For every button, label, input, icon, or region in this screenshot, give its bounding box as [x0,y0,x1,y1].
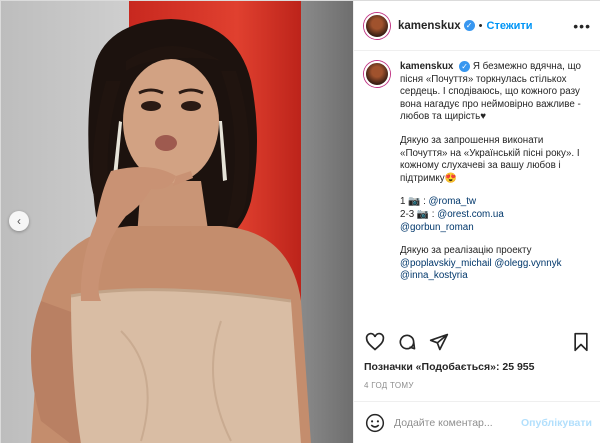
caption-paragraph-2: Дякую за запрошення виконати «Почуття» н… [400,134,580,184]
post-photo: ‹ [1,1,353,443]
post-header: kamenskux ✓ • Стежити ••• [354,1,600,51]
caption-text: kamenskux ✓ Я безмежно вдячна, що пісня … [400,61,591,294]
mention-link[interactable]: @orest.com.ua [437,209,504,220]
mention-link[interactable]: @gorbun_roman [400,222,474,233]
mention-link[interactable]: @olegg.vynnyk [494,258,561,269]
instagram-post-modal: ‹ kamenskux ✓ • Стежити ••• kamenskux ✓ … [0,0,600,443]
post-actions [354,327,600,357]
caption-row: kamenskux ✓ Я безмежно вдячна, що пісня … [364,61,591,294]
verified-badge-icon: ✓ [463,20,475,31]
mention-link[interactable]: @roma_tw [429,196,477,207]
post-side-panel: kamenskux ✓ • Стежити ••• kamenskux ✓ Я … [353,1,600,443]
avatar[interactable] [364,61,390,87]
follow-button[interactable]: Стежити [487,20,533,32]
share-icon[interactable] [428,331,450,353]
emoji-icon[interactable] [364,412,386,434]
comment-icon[interactable] [396,331,418,353]
mention-link[interactable]: @inna_kostyria [400,270,468,281]
header-username[interactable]: kamenskux [398,20,461,32]
more-options-icon[interactable]: ••• [573,18,591,34]
likes-count[interactable]: Позначки «Подобається»: 25 955 [364,361,534,373]
avatar[interactable] [364,12,390,39]
verified-badge-icon: ✓ [459,61,471,72]
separator-dot: • [478,19,483,32]
caption-username[interactable]: kamenskux [400,61,453,72]
chevron-left-icon[interactable]: ‹ [9,211,29,231]
woman-portrait [31,19,311,443]
publish-button[interactable]: Опублікувати [521,417,592,429]
heart-icon[interactable] [364,331,386,353]
post-timestamp[interactable]: 4 ГОД ТОМУ [364,381,414,390]
caption-paragraph-3: Дякую за реалізацію проекту @poplavskiy_… [400,245,562,282]
bookmark-icon[interactable] [570,331,592,353]
caption-credits: 1 📷 : @roma_tw 2-3 📷 : @orest.com.ua @go… [400,196,504,233]
add-comment-bar: Додайте коментар... Опублікувати [354,401,600,443]
caption-area: kamenskux ✓ Я безмежно вдячна, що пісня … [354,51,600,323]
comment-input[interactable]: Додайте коментар... [394,417,521,429]
mention-link[interactable]: @poplavskiy_michail [400,258,492,269]
